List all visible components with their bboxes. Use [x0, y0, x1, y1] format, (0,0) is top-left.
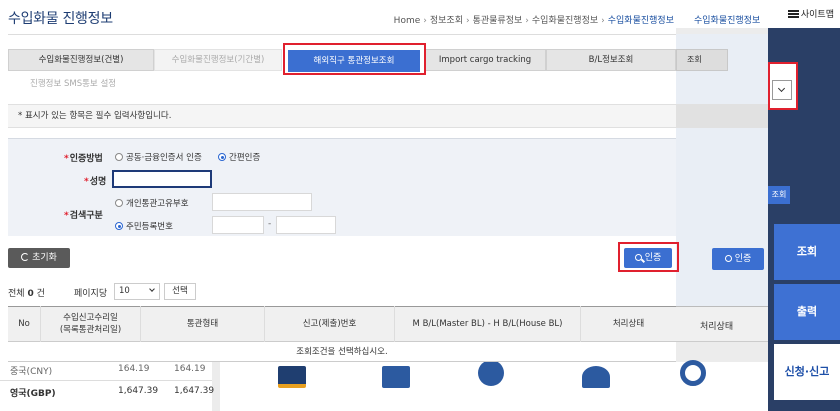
- name-label: *성명: [84, 177, 107, 187]
- tab-bl-info[interactable]: B/L정보조회: [546, 49, 676, 71]
- side-button-print[interactable]: 출력: [774, 284, 840, 340]
- radio-unchecked-icon: [115, 153, 123, 161]
- column-status: 처리상태: [580, 306, 676, 342]
- select-button[interactable]: 선택: [164, 283, 196, 300]
- required-mark: *: [64, 211, 69, 221]
- tab-sms-notification[interactable]: 진행정보 SMS통보 설정: [30, 75, 116, 93]
- side-button-search[interactable]: 조회: [774, 224, 840, 280]
- tab-progress-by-case[interactable]: 수입화물진행정보(건별): [8, 49, 154, 71]
- site-map-link[interactable]: 사이트맵: [787, 7, 834, 20]
- column-declaration-number: 신고(제출)번호: [264, 306, 394, 342]
- document-icon[interactable]: [382, 366, 410, 388]
- highlight-box-tab: [283, 43, 426, 75]
- magnifier-icon[interactable]: [680, 360, 706, 386]
- highlight-box-auth: [618, 242, 679, 272]
- radio-checked-icon: [218, 153, 226, 161]
- background-notice-row: [676, 104, 768, 128]
- radio-customs-code[interactable]: 개인통관고유부호: [115, 197, 189, 209]
- breadcrumb-item[interactable]: 통관물류정보: [473, 16, 523, 26]
- column-no: No: [18, 319, 30, 329]
- side-button-apply[interactable]: 신청·신고: [774, 344, 840, 400]
- resident-number-dash: -: [268, 219, 272, 229]
- person-icon[interactable]: [582, 366, 610, 388]
- per-page-select[interactable]: 10: [114, 283, 160, 300]
- customs-code-input[interactable]: [212, 193, 312, 211]
- chevron-down-icon: [149, 286, 155, 292]
- breadcrumb-separator: ›: [525, 16, 529, 26]
- breadcrumb-home[interactable]: Home: [394, 16, 421, 26]
- cargo-progress-popup: 수입화물 진행정보 Home › 정보조회 › 통관물류정보 › 수입화물진행정보 › 수입화물…: [0, 0, 679, 362]
- breadcrumb-separator: ›: [423, 16, 427, 26]
- breadcrumb-separator: ›: [601, 16, 605, 26]
- breadcrumb: Home › 정보조회 › 통관물류정보 › 수입화물진행정보 › 수입화물진행정보: [394, 13, 674, 26]
- page-title: 수입화물 진행정보: [8, 11, 113, 27]
- breadcrumb-separator: ›: [465, 16, 470, 26]
- search-type-label: *검색구분: [64, 211, 103, 221]
- radio-simple-auth[interactable]: 간편인증: [218, 151, 260, 163]
- reset-button[interactable]: 초기화: [8, 248, 70, 268]
- background-auth-button[interactable]: 인증: [712, 248, 764, 270]
- resident-number-back-input[interactable]: [276, 216, 336, 234]
- required-mark: *: [84, 177, 89, 187]
- total-count: 전체 0 건: [8, 289, 45, 299]
- column-clearance-type: 통관형태: [140, 306, 264, 342]
- background-breadcrumb: 수입화물진행정보: [694, 16, 761, 26]
- breadcrumb-current: 수입화물진행정보: [607, 16, 674, 26]
- percent-icon[interactable]: [478, 360, 504, 386]
- radio-checked-icon: [115, 222, 123, 230]
- column-bl-number: M B/L(Master BL) - H B/L(House BL): [394, 306, 580, 342]
- breadcrumb-item[interactable]: 수입화물진행정보: [532, 16, 598, 26]
- tab-import-cargo-tracking[interactable]: Import cargo tracking: [424, 49, 546, 71]
- title-divider: [8, 34, 676, 35]
- rate-divider: [0, 380, 212, 381]
- radio-resident-number[interactable]: 주민등록번호: [115, 220, 173, 232]
- per-page-label: 페이지당: [74, 289, 108, 299]
- resident-number-front-input[interactable]: [212, 216, 264, 234]
- radio-unchecked-icon: [115, 199, 123, 207]
- empty-message: 조회조건을 선택하십시오.: [8, 342, 676, 362]
- name-input[interactable]: [112, 170, 212, 188]
- tab-progress-by-period[interactable]: 수입화물진행정보(기간별): [154, 49, 282, 71]
- required-mark: *: [64, 154, 69, 164]
- column-accept-date: 수입신고수리일 (목록통관처리일): [40, 306, 140, 342]
- background-tab[interactable]: 조회: [676, 49, 728, 71]
- breadcrumb-item[interactable]: 정보조회: [430, 16, 463, 26]
- background-status-header: 처리상태: [700, 322, 734, 332]
- background-panel: [676, 34, 768, 334]
- auth-method-label: *인증방법: [64, 154, 103, 164]
- background-dropdown[interactable]: [772, 80, 792, 100]
- search-icon: [724, 255, 732, 262]
- menu-icon: [787, 10, 799, 18]
- radio-cert-auth[interactable]: 공동·금융인증서 인증: [115, 151, 202, 163]
- refresh-icon: [21, 253, 30, 261]
- search-form: [8, 138, 676, 236]
- required-notice: * 표시가 있는 항목은 필수 입력사항입니다.: [8, 104, 676, 128]
- card-icon[interactable]: [278, 366, 306, 388]
- rate-row-gbp: 영국(GBP) 1,647.39 1,647.39: [10, 386, 215, 399]
- rate-row-cny: 중국(CNY) 164.19 164.19: [10, 364, 206, 377]
- background-search-button[interactable]: 조회: [768, 186, 790, 204]
